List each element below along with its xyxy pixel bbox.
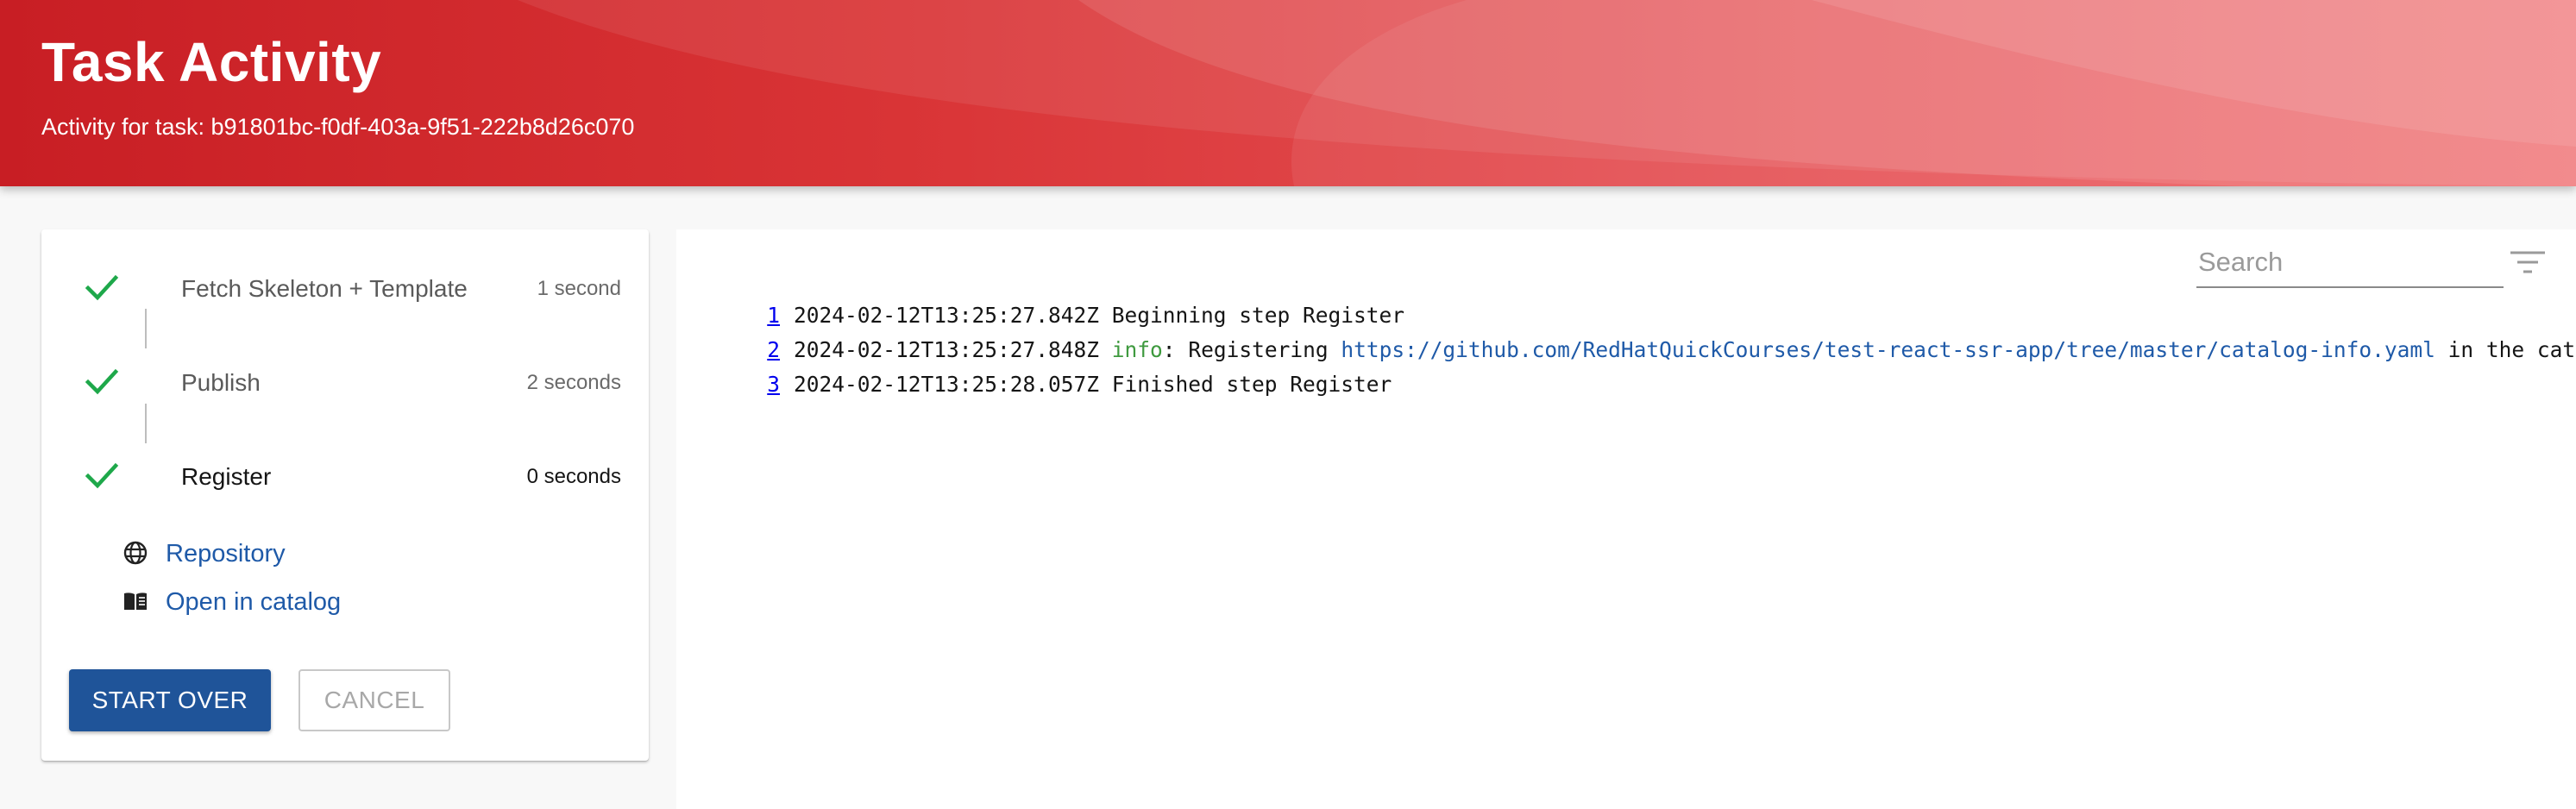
log-lines: 1 2024-02-12T13:25:27.842Z Beginning ste…	[676, 298, 2576, 402]
log-message: Beginning step Register	[1111, 303, 1405, 328]
step-duration: 2 seconds	[526, 371, 621, 394]
step-fetch-skeleton[interactable]: Fetch Skeleton + Template 1 second	[85, 267, 621, 310]
log-level-info: info	[1111, 337, 1163, 362]
check-icon	[85, 462, 119, 489]
search-input[interactable]	[2196, 245, 2498, 279]
start-over-button[interactable]: Start Over	[69, 669, 271, 731]
step-connector	[145, 309, 147, 348]
open-in-catalog-link[interactable]: Open in catalog	[123, 585, 468, 619]
log-line: 1 2024-02-12T13:25:27.842Z Beginning ste…	[676, 298, 2576, 333]
check-icon	[85, 274, 119, 301]
step-register[interactable]: Register 0 seconds	[85, 455, 621, 499]
log-message: Finished step Register	[1111, 372, 1392, 397]
filter-icon[interactable]	[2509, 248, 2547, 276]
log-line-text: 2024-02-12T13:25:27.842Z Beginning step …	[794, 298, 1404, 333]
step-duration: 0 seconds	[526, 465, 621, 488]
step-publish[interactable]: Publish 2 seconds	[85, 361, 621, 404]
log-url-link[interactable]: https://github.com/RedHatQuickCourses/te…	[1341, 337, 2435, 362]
log-timestamp: 2024-02-12T13:25:27.842Z	[794, 303, 1100, 328]
page-title: Task Activity	[41, 31, 382, 93]
steps-card: Fetch Skeleton + Template 1 second Publi…	[41, 229, 649, 761]
log-line-text: 2024-02-12T13:25:27.848Z info: Registeri…	[794, 333, 2576, 367]
log-message-tail: in the catal	[2447, 337, 2576, 362]
log-line: 2 2024-02-12T13:25:27.848Z info: Registe…	[676, 333, 2576, 367]
globe-icon	[123, 541, 148, 565]
book-icon	[124, 593, 147, 610]
log-line-number[interactable]: 1	[676, 298, 780, 333]
repository-link[interactable]: Repository	[123, 536, 468, 571]
open-in-catalog-link-text[interactable]: Open in catalog	[166, 586, 341, 618]
log-separator: :	[1162, 337, 1176, 362]
log-line-text: 2024-02-12T13:25:28.057Z Finished step R…	[794, 367, 1392, 402]
page-subtitle: Activity for task: b91801bc-f0df-403a-9f…	[41, 114, 635, 140]
log-viewer: 1 2024-02-12T13:25:27.842Z Beginning ste…	[676, 229, 2576, 809]
step-label: Publish	[181, 369, 261, 396]
log-message: Registering	[1188, 337, 1329, 362]
page-header: Task Activity Activity for task: b91801b…	[0, 0, 2576, 186]
log-search	[2196, 236, 2504, 288]
log-timestamp: 2024-02-12T13:25:27.848Z	[794, 337, 1100, 362]
log-timestamp: 2024-02-12T13:25:28.057Z	[794, 372, 1100, 397]
log-line-number[interactable]: 3	[676, 367, 780, 402]
step-connector	[145, 404, 147, 443]
step-label: Fetch Skeleton + Template	[181, 275, 468, 302]
repository-link-text[interactable]: Repository	[166, 538, 286, 569]
header-background-waves	[518, 0, 2576, 186]
step-duration: 1 second	[537, 277, 621, 300]
step-label: Register	[181, 463, 272, 490]
check-icon	[85, 368, 119, 395]
log-line: 3 2024-02-12T13:25:28.057Z Finished step…	[676, 367, 2576, 402]
log-line-number[interactable]: 2	[676, 333, 780, 367]
cancel-button[interactable]: Cancel	[298, 669, 450, 731]
